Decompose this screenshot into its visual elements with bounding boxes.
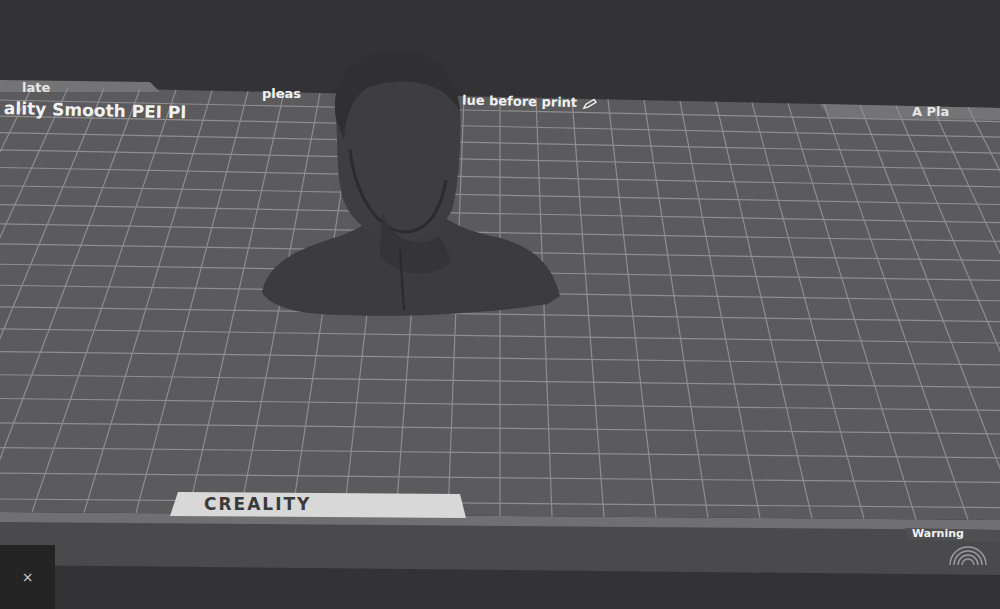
close-button[interactable]: × <box>22 569 34 585</box>
model-bust[interactable] <box>262 50 560 316</box>
plate-notice-label: pleas <box>262 86 301 102</box>
build-plate <box>0 0 1000 609</box>
brand-label: CREALITY <box>204 494 311 514</box>
plate-notice-label: lue before print <box>462 93 598 111</box>
viewport-3d[interactable]: lateality Smooth PEI Plpleaslue before p… <box>0 0 1000 609</box>
plate-tab-label: A Pla <box>912 104 949 120</box>
warning-label: Warning <box>912 527 964 540</box>
fingerprint-icon <box>950 547 986 565</box>
edit-icon[interactable] <box>582 98 598 110</box>
plate-tab-label: late <box>22 80 50 96</box>
side-panel: × <box>0 545 55 609</box>
